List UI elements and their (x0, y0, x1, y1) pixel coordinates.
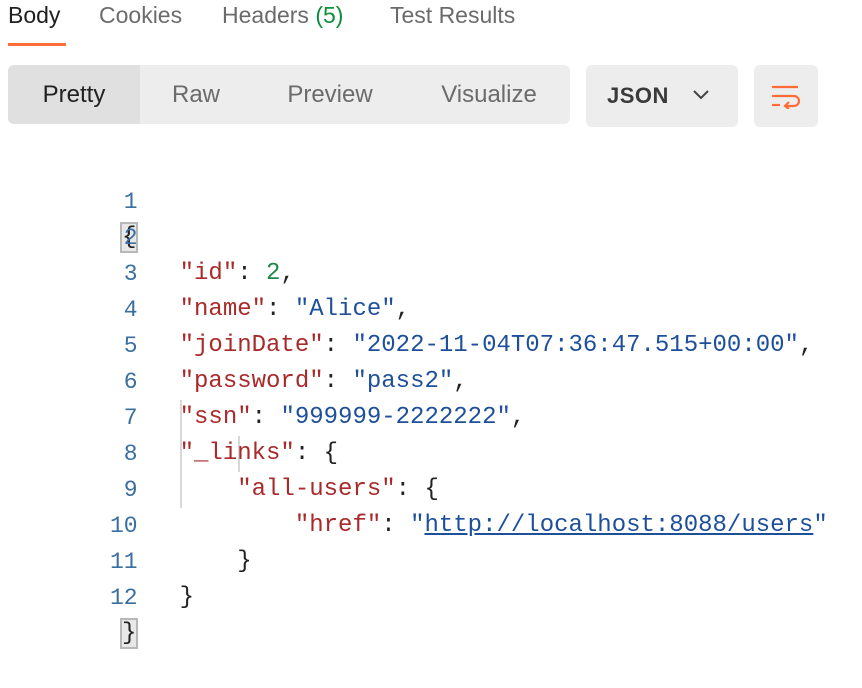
json-key: "name" (179, 296, 267, 323)
line-number: 8 (123, 441, 138, 467)
view-raw-button[interactable]: Raw (140, 65, 252, 124)
line-number: 4 (123, 297, 138, 323)
line-number: 6 (123, 369, 138, 395)
json-number: 2 (266, 260, 281, 287)
code-line: 3 "name": "Alice", (0, 220, 410, 323)
json-key: "all-users" (237, 476, 396, 503)
json-string-quote: " (410, 512, 425, 539)
json-string: "999999-2222222" (280, 404, 511, 431)
code-text: } (119, 616, 139, 652)
brace-close[interactable]: } (237, 548, 251, 575)
json-string-quote: " (813, 512, 828, 539)
view-pretty-button[interactable]: Pretty (8, 65, 140, 124)
line-number: 7 (123, 405, 138, 431)
line-number: 2 (123, 225, 138, 251)
tab-cookies-label: Cookies (99, 2, 183, 28)
code-line: 2 "id": 2, (0, 184, 295, 287)
tab-headers-label: Headers (222, 2, 309, 28)
chevron-down-icon (693, 90, 709, 100)
line-number: 5 (123, 333, 138, 359)
wrap-lines-button[interactable] (754, 65, 818, 127)
line-number: 10 (110, 513, 138, 539)
json-key: "_links" (179, 440, 295, 467)
code-line: 11 } (0, 508, 194, 611)
tab-body-label: Body (8, 2, 61, 28)
headers-count-badge: (5) (315, 2, 344, 28)
code-text: } (122, 544, 251, 580)
format-dropdown[interactable]: JSON (586, 65, 738, 127)
code-line: 7 "_links": { (0, 364, 338, 467)
active-tab-indicator (8, 43, 66, 46)
view-mode-selector: Pretty Raw Preview Visualize (8, 65, 570, 124)
json-string: "pass2" (352, 368, 454, 395)
brace-open[interactable]: { (424, 476, 438, 503)
code-line: 5 "password": "pass2", (0, 292, 468, 395)
wrap-lines-icon (772, 85, 801, 109)
json-key: "ssn" (179, 404, 252, 431)
line-number: 3 (123, 261, 138, 287)
code-text: "_links": { (179, 440, 339, 467)
json-key: "password" (179, 368, 324, 395)
json-string: "2022-11-04T07:36:47.515+00:00" (352, 332, 799, 359)
brace-close[interactable]: } (119, 618, 139, 649)
code-line: 6 "ssn": "999999-2222222", (0, 328, 525, 431)
format-dropdown-value: JSON (607, 83, 669, 108)
json-key: "id" (179, 260, 238, 287)
brace-open[interactable]: { (324, 440, 338, 467)
tab-cookies[interactable]: Cookies (99, 2, 182, 29)
json-key: "href" (294, 512, 382, 539)
code-line: 10 } (0, 472, 252, 575)
code-text: "href": "http://localhost:8088/users" (294, 512, 828, 539)
tab-headers[interactable]: Headers (5) (222, 2, 343, 29)
code-line: 4 "joinDate": "2022-11-04T07:36:47.515+0… (0, 256, 814, 359)
line-number: 12 (110, 585, 138, 611)
view-visualize-button[interactable]: Visualize (422, 65, 556, 124)
response-tabs: Body Cookies Headers (5) Test Results (0, 0, 862, 48)
brace-close[interactable]: } (180, 584, 194, 611)
json-string: "Alice" (294, 296, 396, 323)
tab-test-results-label: Test Results (390, 2, 516, 28)
href-link[interactable]: http://localhost:8088/users (424, 512, 813, 539)
json-key: "joinDate" (179, 332, 324, 359)
code-line: 9 "href": "http://localhost:8088/users" (0, 436, 828, 539)
code-text: "password": "pass2", (179, 368, 468, 395)
code-text: "all-users": { (237, 476, 439, 503)
tab-test-results[interactable]: Test Results (390, 2, 515, 29)
code-text: "joinDate": "2022-11-04T07:36:47.515+00:… (179, 332, 814, 359)
line-number: 9 (123, 477, 138, 503)
tab-body[interactable]: Body (8, 2, 60, 29)
line-number: 1 (123, 189, 138, 215)
code-line: 8 "all-users": { (0, 400, 439, 503)
code-text: "name": "Alice", (179, 296, 411, 323)
code-line: 1 { (0, 148, 139, 253)
code-text: "id": 2, (179, 260, 295, 287)
line-number: 11 (110, 549, 138, 575)
code-line: 12 } (0, 544, 139, 649)
code-text: "ssn": "999999-2222222", (179, 404, 526, 431)
view-preview-button[interactable]: Preview (270, 65, 390, 124)
